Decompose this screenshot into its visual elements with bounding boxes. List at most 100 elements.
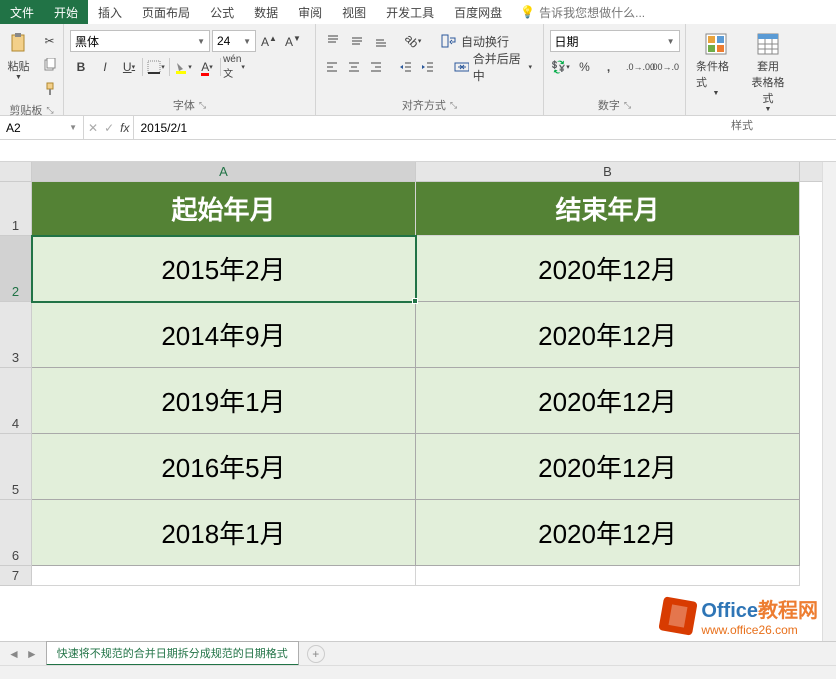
align-bottom-button[interactable] — [370, 30, 392, 52]
row-header-5[interactable]: 5 — [0, 434, 32, 500]
tab-insert[interactable]: 插入 — [88, 0, 132, 24]
decrease-font-button[interactable]: A▼ — [282, 30, 304, 52]
row-header-4[interactable]: 4 — [0, 368, 32, 434]
group-clipboard: 粘贴 ▼ ✂ 剪贴板⤡ — [0, 24, 64, 115]
row-header-6[interactable]: 6 — [0, 500, 32, 566]
align-left-button[interactable] — [322, 56, 342, 78]
table-data-cell[interactable]: 2020年12月 — [416, 368, 800, 434]
cancel-formula-button[interactable]: ✕ — [88, 121, 98, 135]
align-right-button[interactable] — [366, 56, 386, 78]
vertical-scrollbar[interactable] — [822, 162, 836, 641]
row-header-1[interactable]: 1 — [0, 182, 32, 236]
table-data-cell[interactable]: 2014年9月 — [32, 302, 416, 368]
column-header-B[interactable]: B — [416, 162, 800, 182]
name-box[interactable]: A2▼ — [0, 116, 84, 139]
increase-decimal-button[interactable]: .0→.00 — [630, 56, 652, 78]
align-middle-button[interactable] — [346, 30, 368, 52]
font-name-combo[interactable]: 黑体▼ — [70, 30, 210, 52]
table-data-cell[interactable]: 2015年2月 — [32, 236, 416, 302]
number-format-combo[interactable]: 日期▼ — [550, 30, 680, 52]
empty-cell[interactable] — [32, 566, 416, 586]
tab-page-layout[interactable]: 页面布局 — [132, 0, 200, 24]
tab-review[interactable]: 审阅 — [288, 0, 332, 24]
accounting-format-button[interactable]: 💱▾ — [550, 56, 572, 78]
format-as-table-button[interactable]: 套用 表格格式▼ — [744, 30, 792, 115]
table-data-cell[interactable]: 2020年12月 — [416, 500, 800, 566]
table-data-cell[interactable]: 2020年12月 — [416, 302, 800, 368]
select-all-corner[interactable] — [0, 162, 32, 182]
italic-button[interactable]: I — [94, 56, 116, 78]
phonetic-button[interactable]: wén文▾ — [223, 56, 245, 78]
sheet-nav-next[interactable]: ► — [26, 647, 38, 661]
font-color-button[interactable]: A▾ — [196, 56, 218, 78]
row-header-3[interactable]: 3 — [0, 302, 32, 368]
decrease-decimal-button[interactable]: .00→.0 — [654, 56, 676, 78]
spreadsheet-grid[interactable]: AB 1234567 起始年月结束年月2015年2月2020年12月2014年9… — [0, 162, 836, 642]
tab-file[interactable]: 文件 — [0, 0, 44, 24]
alignment-launcher[interactable]: ⤡ — [450, 100, 457, 111]
tell-me-search[interactable]: 💡 告诉我您想做什么... — [512, 0, 653, 24]
align-center-icon — [347, 60, 361, 74]
table-data-cell[interactable]: 2020年12月 — [416, 434, 800, 500]
row-header-7[interactable]: 7 — [0, 566, 32, 586]
fx-button[interactable]: fx — [120, 121, 129, 135]
tab-formulas[interactable]: 公式 — [200, 0, 244, 24]
watermark: Office教程网 www.office26.com — [661, 594, 818, 637]
add-sheet-button[interactable]: + — [307, 645, 325, 663]
sheet-tab-active[interactable]: 快速将不规范的合并日期拆分成规范的日期格式 — [46, 641, 299, 666]
tell-me-label: 告诉我您想做什么... — [539, 4, 645, 21]
cut-button[interactable]: ✂ — [39, 30, 61, 52]
number-launcher[interactable]: ⤡ — [624, 100, 631, 111]
increase-indent-button[interactable] — [418, 56, 438, 78]
align-center-button[interactable] — [344, 56, 364, 78]
bold-button[interactable]: B — [70, 56, 92, 78]
empty-cell[interactable] — [416, 566, 800, 586]
tab-data[interactable]: 数据 — [244, 0, 288, 24]
copy-icon — [43, 58, 57, 72]
wrap-text-button[interactable]: 自动换行 — [436, 30, 514, 52]
percent-button[interactable]: % — [574, 56, 596, 78]
font-launcher[interactable]: ⤡ — [199, 100, 206, 111]
row-header-2[interactable]: 2 — [0, 236, 32, 302]
formula-input[interactable]: 2015/2/1 — [134, 116, 836, 139]
increase-font-button[interactable]: A▲ — [258, 30, 280, 52]
table-format-icon — [756, 32, 780, 56]
orientation-button[interactable]: ab▾ — [402, 30, 424, 52]
conditional-format-icon — [704, 32, 728, 56]
table-data-cell[interactable]: 2019年1月 — [32, 368, 416, 434]
decrease-indent-button[interactable] — [396, 56, 416, 78]
column-header-A[interactable]: A — [32, 162, 416, 182]
align-top-button[interactable] — [322, 30, 344, 52]
clipboard-launcher[interactable]: ⤡ — [46, 105, 53, 116]
percent-icon: % — [579, 60, 590, 74]
fill-color-button[interactable]: ▾ — [172, 56, 194, 78]
conditional-format-button[interactable]: 条件格式▼ — [692, 30, 740, 99]
tab-view[interactable]: 视图 — [332, 0, 376, 24]
tab-developer[interactable]: 开发工具 — [376, 0, 444, 24]
tab-home[interactable]: 开始 — [44, 0, 88, 24]
font-size-combo[interactable]: 24▼ — [212, 30, 256, 52]
ribbon-tabs: 文件 开始 插入 页面布局 公式 数据 审阅 视图 开发工具 百度网盘 💡 告诉… — [0, 0, 836, 24]
enter-formula-button[interactable]: ✓ — [104, 121, 114, 135]
border-button[interactable]: ▾ — [145, 56, 167, 78]
underline-button[interactable]: U▾ — [118, 56, 140, 78]
paste-button[interactable]: 粘贴 ▼ — [3, 30, 35, 83]
fill-handle[interactable] — [412, 298, 418, 304]
sheet-nav-prev[interactable]: ◄ — [8, 647, 20, 661]
table-header-cell[interactable]: 起始年月 — [32, 182, 416, 236]
table-data-cell[interactable]: 2020年12月 — [416, 236, 800, 302]
format-painter-button[interactable] — [39, 78, 61, 100]
comma-button[interactable]: , — [598, 56, 620, 78]
wrap-label: 自动换行 — [461, 33, 509, 50]
tab-baidu[interactable]: 百度网盘 — [444, 0, 512, 24]
table-header-cell[interactable]: 结束年月 — [416, 182, 800, 236]
table-data-cell[interactable]: 2018年1月 — [32, 500, 416, 566]
merge-center-button[interactable]: 合并后居中▾ — [449, 56, 537, 78]
copy-button[interactable] — [39, 54, 61, 76]
scissors-icon: ✂ — [44, 34, 54, 48]
comma-icon: , — [607, 60, 610, 74]
sheet-bar: ◄ ► 快速将不规范的合并日期拆分成规范的日期格式 + — [0, 641, 836, 665]
table-data-cell[interactable]: 2016年5月 — [32, 434, 416, 500]
horizontal-scrollbar[interactable] — [0, 665, 836, 679]
currency-icon: 💱 — [551, 60, 566, 74]
